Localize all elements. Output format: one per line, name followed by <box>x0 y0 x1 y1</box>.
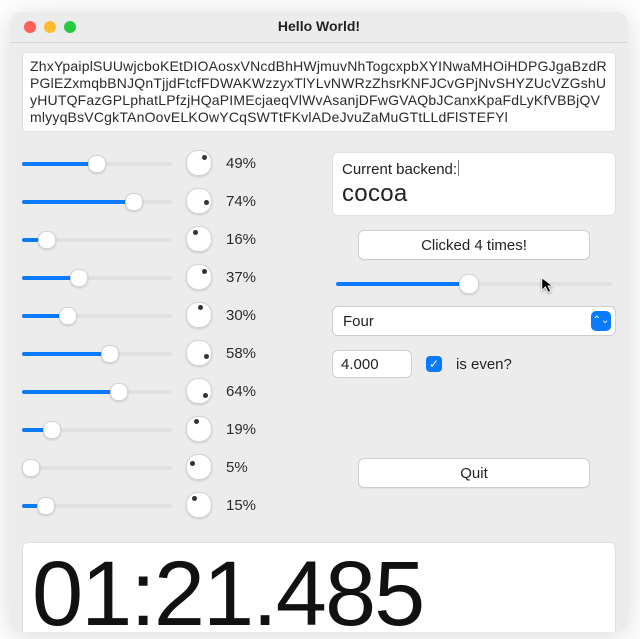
slider-row: 74% <box>22 188 306 214</box>
slider-row: 19% <box>22 416 306 442</box>
dial[interactable] <box>186 378 212 404</box>
main-slider[interactable] <box>336 274 612 292</box>
quit-button-label: Quit <box>460 465 488 482</box>
slider[interactable] <box>22 155 172 171</box>
dial[interactable] <box>186 492 212 518</box>
slider-percent: 64% <box>226 383 270 400</box>
dial[interactable] <box>186 454 212 480</box>
text-block: ZhxYpaiplSUUwjcboKEtDIOAosxVNcdBhHWjmuvN… <box>22 52 616 132</box>
slider[interactable] <box>22 497 172 513</box>
slider-row: 30% <box>22 302 306 328</box>
number-field[interactable]: 4.000 <box>332 350 412 378</box>
clock-panel: 01:21.485 <box>22 542 616 632</box>
slider-row: 16% <box>22 226 306 252</box>
slider[interactable] <box>22 231 172 247</box>
dial[interactable] <box>186 340 212 366</box>
number-value: 4.000 <box>341 356 379 373</box>
dial[interactable] <box>186 188 212 214</box>
slider-row: 15% <box>22 492 306 518</box>
backend-panel: Current backend: cocoa <box>332 152 616 216</box>
slider[interactable] <box>22 269 172 285</box>
slider-percent: 37% <box>226 269 270 286</box>
slider[interactable] <box>22 421 172 437</box>
slider[interactable] <box>22 345 172 361</box>
slider[interactable] <box>22 307 172 323</box>
text-caret-icon <box>458 160 459 176</box>
slider[interactable] <box>22 459 172 475</box>
slider-row: 64% <box>22 378 306 404</box>
slider-column: 49% 74% 16% 37% 30% 58% 64% 19% 5% 15% <box>22 150 306 518</box>
slider-percent: 58% <box>226 345 270 362</box>
backend-label: Current backend: <box>342 161 457 178</box>
slider[interactable] <box>22 193 172 209</box>
slider-percent: 15% <box>226 497 270 514</box>
dial[interactable] <box>186 150 212 176</box>
slider-percent: 19% <box>226 421 270 438</box>
titlebar: Hello World! <box>10 12 628 43</box>
clicked-button[interactable]: Clicked 4 times! <box>358 230 590 260</box>
clock-value: 01:21.485 <box>32 548 606 632</box>
chevron-up-down-icon: ⌃⌄ <box>591 311 611 331</box>
quit-button[interactable]: Quit <box>358 458 590 488</box>
slider-percent: 16% <box>226 231 270 248</box>
slider-percent: 74% <box>226 193 270 210</box>
select-value: Four <box>343 313 374 330</box>
backend-value: cocoa <box>342 180 606 208</box>
slider-row: 58% <box>22 340 306 366</box>
slider-row: 37% <box>22 264 306 290</box>
dial[interactable] <box>186 416 212 442</box>
window-title: Hello World! <box>10 18 628 34</box>
slider[interactable] <box>22 383 172 399</box>
slider-percent: 5% <box>226 459 270 476</box>
slider-row: 49% <box>22 150 306 176</box>
slider-percent: 30% <box>226 307 270 324</box>
clicked-button-label: Clicked 4 times! <box>421 237 527 254</box>
is-even-label: is even? <box>456 356 512 373</box>
select-dropdown[interactable]: Four ⌃⌄ <box>332 306 616 336</box>
slider-row: 5% <box>22 454 306 480</box>
dial[interactable] <box>186 226 212 252</box>
dial[interactable] <box>186 264 212 290</box>
slider-percent: 49% <box>226 155 270 172</box>
is-even-checkbox[interactable]: ✓ <box>426 356 442 372</box>
dial[interactable] <box>186 302 212 328</box>
